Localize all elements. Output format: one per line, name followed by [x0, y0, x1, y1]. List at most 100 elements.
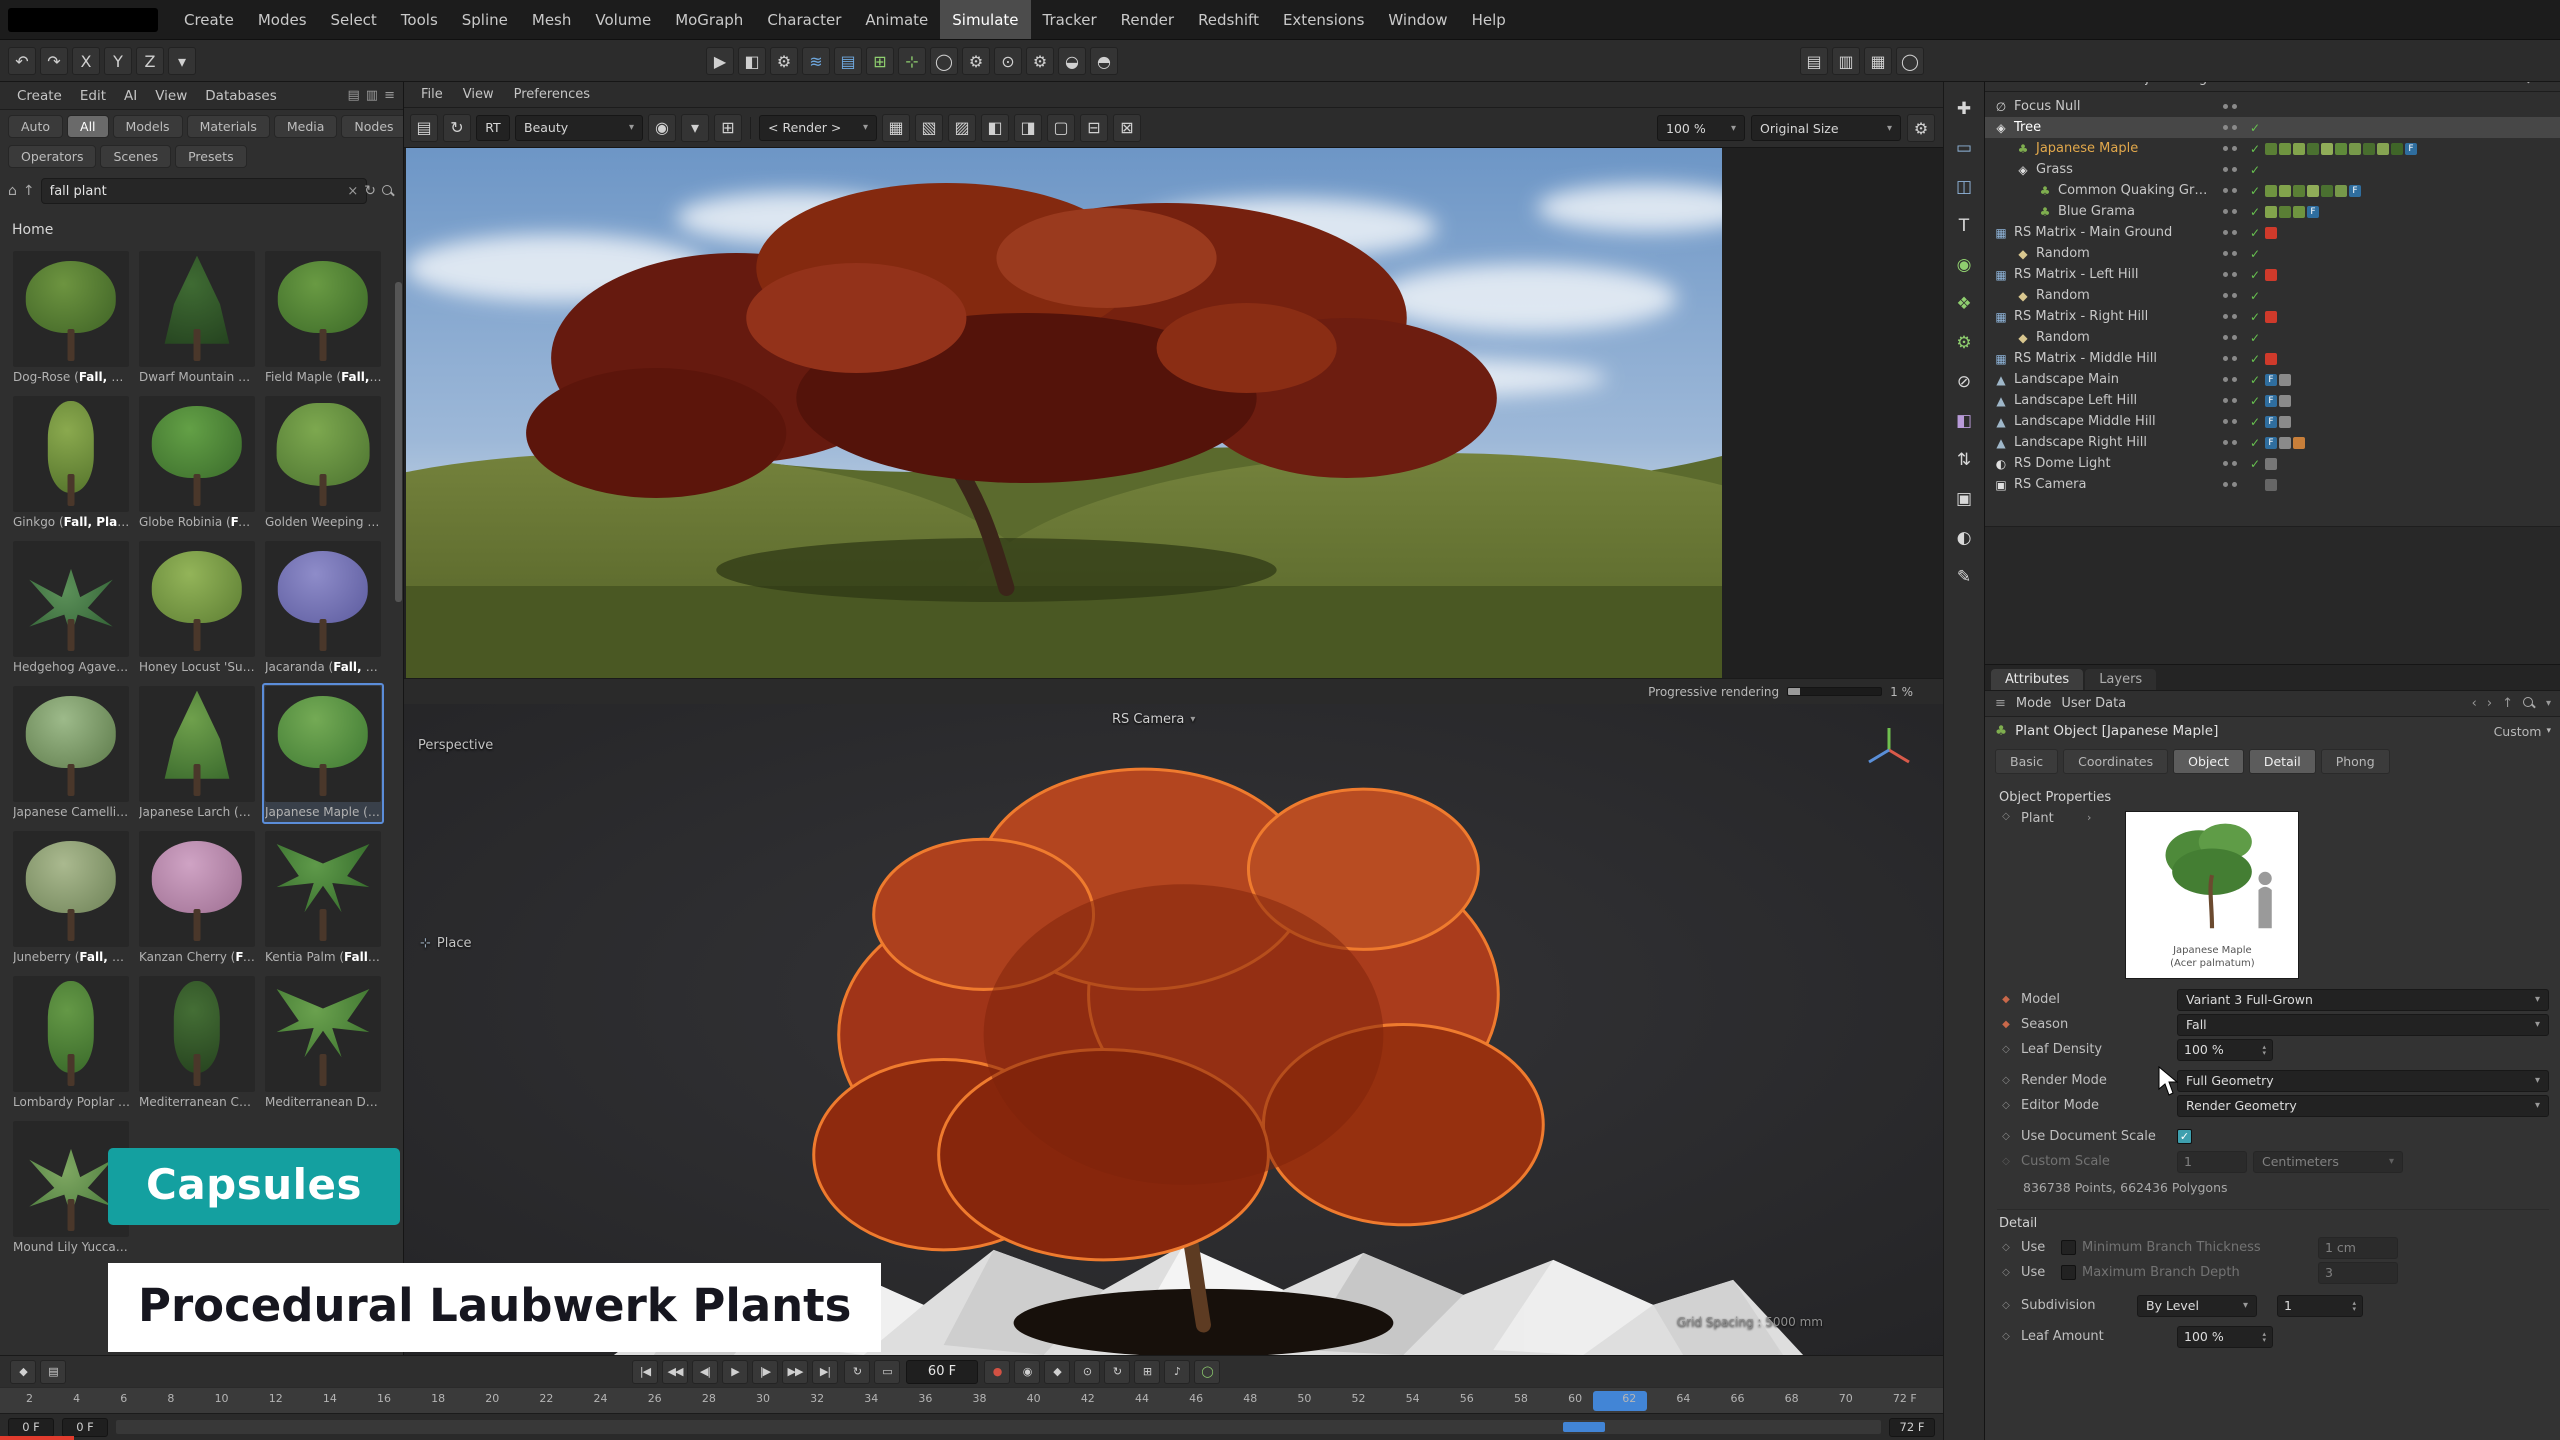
- asset-plant-card[interactable]: Dwarf Mountain Pine (Fall, Plant): [136, 248, 258, 389]
- enabled-check-icon[interactable]: ✓: [2245, 394, 2265, 408]
- object-label[interactable]: RS Matrix - Middle Hill: [2011, 351, 2157, 366]
- hamburger-icon[interactable]: ≡: [1995, 696, 2006, 711]
- range-end-field[interactable]: 72 F: [1889, 1418, 1935, 1437]
- sound-toggle[interactable]: ♪: [1164, 1360, 1190, 1384]
- enabled-check-icon[interactable]: ✓: [2245, 247, 2265, 261]
- enabled-check-icon[interactable]: ✓: [2245, 268, 2265, 282]
- object-row[interactable]: ♣ Japanese Maple ✓ F: [1985, 138, 2560, 159]
- asset-plant-card[interactable]: Mediterranean Cypress (Fall, Plant): [136, 973, 258, 1114]
- texture-chip[interactable]: [2335, 185, 2347, 197]
- filter-chip[interactable]: All: [67, 115, 109, 138]
- texture-chip[interactable]: [2293, 437, 2305, 449]
- keyframe-dot-icon[interactable]: ◇: [1997, 1331, 2015, 1342]
- range-track[interactable]: [116, 1420, 1881, 1434]
- asset-scrollbar[interactable]: [395, 282, 402, 602]
- texture-chip[interactable]: F: [2265, 374, 2277, 386]
- cube-primitive-icon[interactable]: ◫: [1949, 172, 1979, 202]
- plant-preview-thumbnail[interactable]: Japanese Maple (Acer palmatum): [2125, 811, 2299, 979]
- enabled-check-icon[interactable]: ✓: [2245, 205, 2265, 219]
- scope-chip[interactable]: Operators: [8, 145, 96, 168]
- texture-chip[interactable]: [2349, 143, 2361, 155]
- keyframe-dot-icon[interactable]: ◇: [1997, 1075, 2015, 1086]
- keyframe-dot-icon[interactable]: ◆: [1997, 994, 2015, 1005]
- object-label[interactable]: Tree: [2011, 120, 2041, 135]
- visibility-dots[interactable]: [2215, 419, 2245, 424]
- texture-chip[interactable]: F: [2349, 185, 2361, 197]
- object-row[interactable]: ◈ Tree ✓: [1985, 117, 2560, 138]
- frame-icon[interactable]: ▢: [1047, 114, 1075, 142]
- panel-menu-icon[interactable]: ≡: [384, 88, 395, 103]
- object-row[interactable]: ▦ RS Matrix - Middle Hill ✓: [1985, 348, 2560, 369]
- spinner-icon[interactable]: ▴▾: [2262, 1331, 2266, 1343]
- asset-plant-card[interactable]: Field Maple (Fall, Plant): [262, 248, 384, 389]
- layout-animate-icon[interactable]: ▥: [1832, 47, 1860, 75]
- x-axis-lock-button[interactable]: X: [72, 47, 100, 75]
- enabled-check-icon[interactable]: ✓: [2245, 373, 2265, 387]
- max-branch-use-checkbox[interactable]: [2061, 1265, 2076, 1280]
- visibility-dots[interactable]: [2215, 335, 2245, 340]
- timeline-layers-icon[interactable]: ▤: [40, 1360, 66, 1384]
- texture-chip[interactable]: F: [2405, 143, 2417, 155]
- visibility-dots[interactable]: [2215, 461, 2245, 466]
- close-region-icon[interactable]: ⊠: [1113, 114, 1141, 142]
- enabled-check-icon[interactable]: ✓: [2245, 457, 2265, 471]
- user-data-menu[interactable]: User Data: [2061, 696, 2126, 711]
- visibility-dots[interactable]: [2215, 377, 2245, 382]
- axis-gizmo[interactable]: [1861, 722, 1917, 778]
- zoom-out-icon[interactable]: ⊟: [1080, 114, 1108, 142]
- enabled-check-icon[interactable]: ✓: [2245, 331, 2265, 345]
- texture-chip[interactable]: [2279, 143, 2291, 155]
- search-icon[interactable]: [382, 185, 395, 198]
- asset-plant-card[interactable]: Japanese Larch (Fall, Plant): [136, 683, 258, 824]
- visibility-dots[interactable]: [2215, 440, 2245, 445]
- forward-icon[interactable]: ›: [2487, 696, 2492, 711]
- menu-item[interactable]: Redshift: [1186, 0, 1271, 39]
- asset-plant-card[interactable]: Juneberry (Fall, Plant): [10, 828, 132, 969]
- visibility-dots[interactable]: [2215, 272, 2245, 277]
- enabled-check-icon[interactable]: ✓: [2245, 184, 2265, 198]
- next-frame-button[interactable]: |▶: [752, 1360, 778, 1384]
- texture-chip[interactable]: [2265, 227, 2277, 239]
- layout-render-icon[interactable]: ▦: [1864, 47, 1892, 75]
- texture-chip[interactable]: F: [2265, 437, 2277, 449]
- texture-chip[interactable]: [2279, 374, 2291, 386]
- texture-chip[interactable]: [2335, 143, 2347, 155]
- visibility-dots[interactable]: [2215, 188, 2245, 193]
- goto-end-button[interactable]: ▶|: [812, 1360, 838, 1384]
- menu-item[interactable]: Render: [1109, 0, 1186, 39]
- enabled-check-icon[interactable]: ✓: [2245, 310, 2265, 324]
- layout-standard-icon[interactable]: ▤: [1800, 47, 1828, 75]
- texture-chip[interactable]: [2265, 185, 2277, 197]
- spinner-icon[interactable]: ▴▾: [2352, 1300, 2356, 1312]
- texture-chip[interactable]: [2293, 185, 2305, 197]
- scope-chip[interactable]: Presets: [175, 145, 247, 168]
- asset-plant-card[interactable]: Honey Locust 'Sunburst' (Fall, Plant): [136, 538, 258, 679]
- texture-chip[interactable]: [2293, 206, 2305, 218]
- visibility-dots[interactable]: [2215, 230, 2245, 235]
- keying-icon[interactable]: ◆: [10, 1360, 36, 1384]
- object-label[interactable]: Japanese Maple: [2033, 141, 2138, 156]
- modeling-sphere-icon[interactable]: ◯: [930, 47, 958, 75]
- undo-icon[interactable]: ↶: [8, 47, 36, 75]
- render-settings-button[interactable]: ⚙: [770, 47, 798, 75]
- pen-tool-icon[interactable]: ✎: [1949, 562, 1979, 592]
- menu-item[interactable]: Mesh: [520, 0, 584, 39]
- clear-search-icon[interactable]: ×: [347, 184, 358, 199]
- render-view-button[interactable]: ▶: [706, 47, 734, 75]
- search-input[interactable]: [41, 178, 368, 204]
- goto-start-button[interactable]: |◀: [632, 1360, 658, 1384]
- asset-plant-card[interactable]: Kentia Palm (Fall, Plant): [262, 828, 384, 969]
- texture-chip[interactable]: [2293, 143, 2305, 155]
- enabled-check-icon[interactable]: ✓: [2245, 352, 2265, 366]
- home-icon[interactable]: ⌂: [8, 183, 17, 199]
- section-tab[interactable]: Basic: [1995, 749, 2058, 774]
- visibility-dots[interactable]: [2215, 482, 2245, 487]
- section-tab[interactable]: Object: [2173, 749, 2244, 774]
- spline-tool-icon[interactable]: ⊘: [1949, 367, 1979, 397]
- texture-chip[interactable]: [2265, 269, 2277, 281]
- texture-chip[interactable]: [2265, 311, 2277, 323]
- save-image-icon[interactable]: ▤: [410, 114, 438, 142]
- preview-start-field[interactable]: 0 F: [62, 1418, 108, 1437]
- history-icon[interactable]: ↻: [443, 114, 471, 142]
- dual-view-icon[interactable]: ▧: [915, 114, 943, 142]
